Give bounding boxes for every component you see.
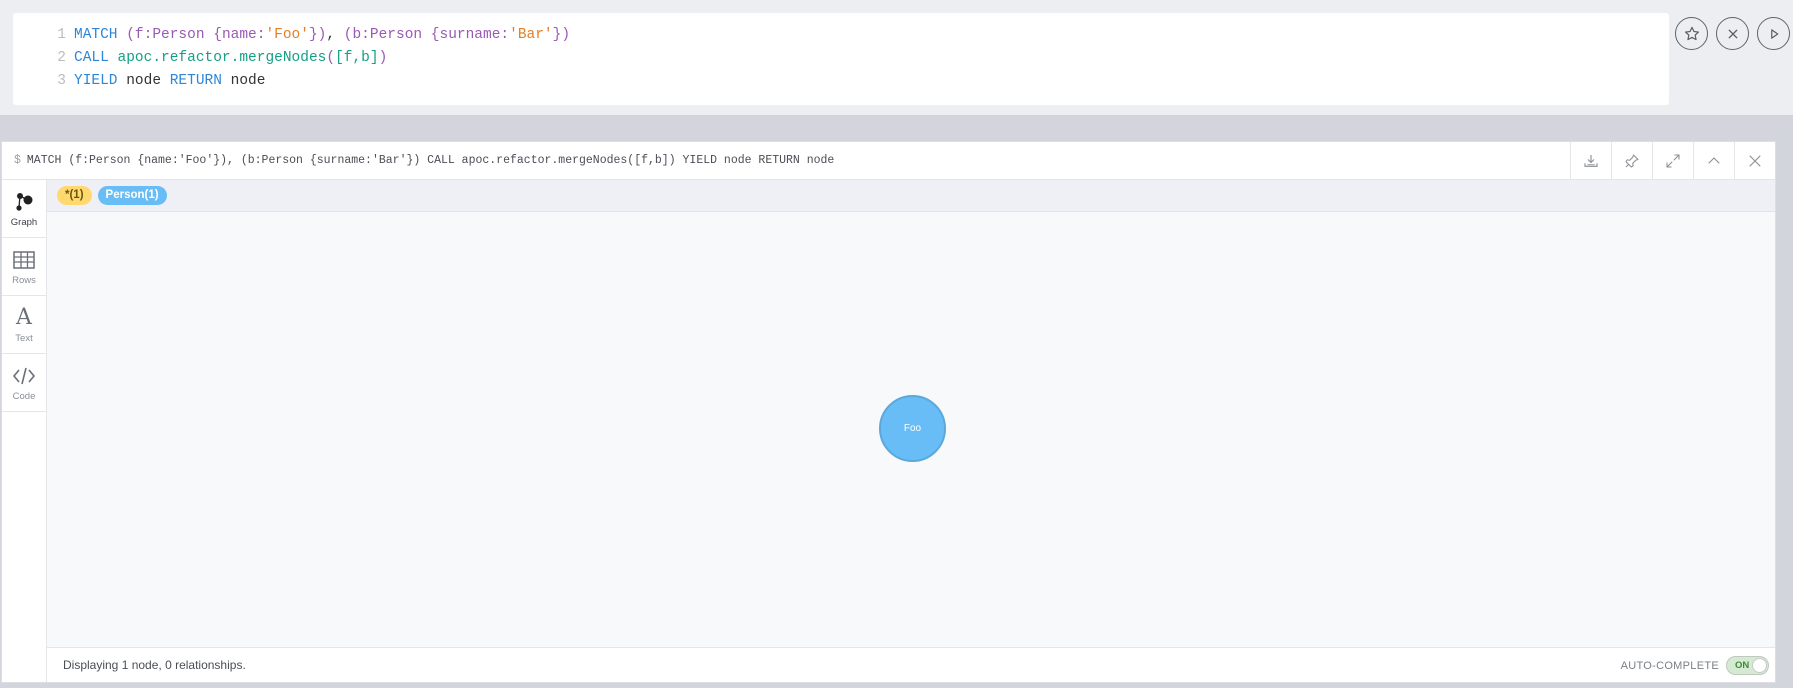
close-frame-button[interactable] [1734, 142, 1775, 180]
sidebar-item-code[interactable]: Code [2, 354, 46, 412]
autocomplete-control: AUTO-COMPLETE ON [1621, 656, 1769, 675]
sidebar-item-label: Graph [10, 216, 38, 228]
node-caption: Foo [903, 423, 922, 434]
close-icon [1749, 155, 1761, 167]
code-line-2: 2 CALL apoc.refactor.mergeNodes([f,b]) [13, 47, 1669, 70]
code-token: { [430, 27, 440, 43]
code-token: (f:Person [117, 27, 214, 43]
code-token: name [221, 27, 257, 43]
code-token: [f,b] [335, 50, 379, 66]
play-icon [1770, 28, 1778, 39]
line-number: 2 [57, 50, 66, 66]
keyword-yield: YIELD [74, 73, 118, 89]
fullscreen-button[interactable] [1652, 142, 1693, 180]
graph-node-foo[interactable]: Foo [879, 395, 946, 462]
frame-query-title[interactable]: $ MATCH (f:Person {name:'Foo'}), (b:Perso… [14, 142, 834, 180]
autocomplete-toggle[interactable]: ON [1726, 656, 1769, 675]
line-number: 3 [57, 73, 66, 89]
frame-toolbar [1570, 142, 1775, 180]
sidebar-item-label: Code [12, 390, 36, 402]
frame-footer: Displaying 1 node, 0 relationships. AUTO… [47, 647, 1775, 682]
sidebar-item-graph[interactable]: Graph [2, 180, 46, 238]
function-name: apoc.refactor.mergeNodes [117, 50, 327, 66]
pin-icon [1625, 154, 1639, 168]
expand-icon [1666, 154, 1680, 168]
string-literal: 'Foo' [265, 27, 309, 43]
view-sidebar: Graph Rows A Text Code [2, 180, 47, 682]
sidebar-item-label: Text [15, 332, 33, 344]
code-token: : [500, 27, 510, 43]
sidebar-item-text[interactable]: A Text [2, 296, 46, 354]
code-token: ( [326, 50, 336, 66]
legend-all-nodes-pill[interactable]: *(1) [57, 186, 92, 205]
text-glyph: A [16, 304, 32, 330]
toggle-state: ON [1735, 660, 1750, 671]
editor-band: 1 MATCH (f:Person {name: 'Foo'}), (b:Pers… [0, 0, 1793, 116]
code-token: node [117, 73, 170, 89]
code-icon [12, 364, 36, 388]
sidebar-item-label: Rows [12, 274, 36, 286]
keyword-match: MATCH [74, 27, 118, 43]
code-token: { [213, 27, 222, 43]
table-icon [12, 248, 36, 272]
code-line-3: 3 YIELD node RETURN node [13, 70, 1669, 93]
text-icon: A [12, 306, 36, 330]
run-query-button[interactable] [1757, 17, 1790, 50]
editor-actions [1675, 17, 1790, 50]
frame-query-text: MATCH (f:Person {name:'Foo'}), (b:Person… [26, 154, 835, 167]
code-token: surname [439, 27, 501, 43]
line-number: 1 [57, 27, 66, 43]
code-token: node [221, 73, 266, 89]
string-literal: 'Bar' [509, 27, 553, 43]
code-token: ) [561, 27, 571, 43]
code-token: } [552, 27, 562, 43]
collapse-up-icon [1708, 157, 1720, 164]
download-icon [1584, 155, 1598, 167]
result-status-text: Displaying 1 node, 0 relationships. [63, 658, 246, 672]
pin-button[interactable] [1611, 142, 1652, 180]
clear-editor-button[interactable] [1716, 17, 1749, 50]
keyword-return: RETURN [169, 73, 222, 89]
prompt-symbol: $ [14, 154, 21, 167]
query-editor[interactable]: 1 MATCH (f:Person {name: 'Foo'}), (b:Pers… [13, 13, 1669, 105]
code-token: } [308, 27, 318, 43]
code-token: ) [378, 50, 388, 66]
code-line-1: 1 MATCH (f:Person {name: 'Foo'}), (b:Pers… [13, 24, 1669, 47]
code-token: ) [317, 27, 327, 43]
close-circle-icon [1728, 29, 1737, 38]
result-frame: $ MATCH (f:Person {name:'Foo'}), (b:Perso… [1, 141, 1776, 683]
star-icon [1684, 26, 1699, 40]
autocomplete-label: AUTO-COMPLETE [1620, 659, 1719, 672]
graph-icon [12, 190, 36, 214]
toggle-knob [1752, 658, 1767, 673]
collapse-button[interactable] [1693, 142, 1734, 180]
legend-person-pill[interactable]: Person(1) [97, 186, 167, 205]
favorite-button[interactable] [1675, 17, 1708, 50]
export-button[interactable] [1570, 142, 1611, 180]
keyword-call: CALL [74, 50, 109, 66]
graph-canvas[interactable]: Foo [47, 212, 1775, 647]
frame-header: $ MATCH (f:Person {name:'Foo'}), (b:Perso… [2, 142, 1775, 180]
code-token: : [256, 27, 266, 43]
sidebar-item-rows[interactable]: Rows [2, 238, 46, 296]
code-token: (b:Person [343, 27, 431, 43]
code-token: , [326, 27, 344, 43]
graph-legend: *(1) Person(1) [47, 180, 1775, 212]
